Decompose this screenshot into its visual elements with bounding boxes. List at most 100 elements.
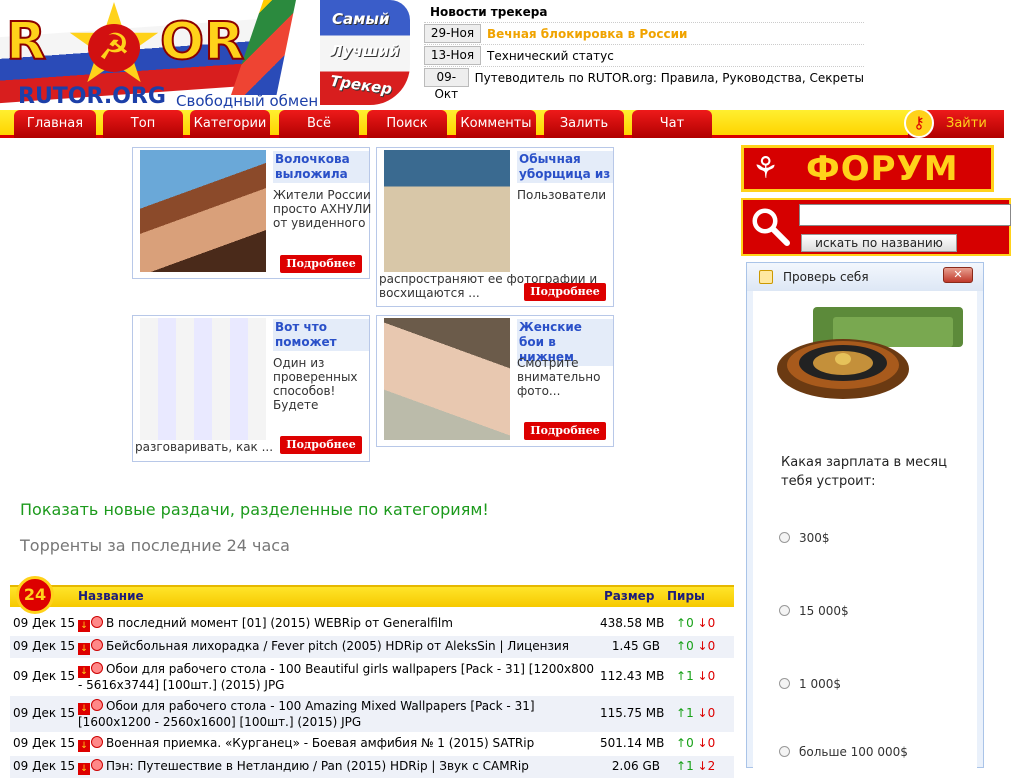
leechers-count: 2 xyxy=(707,759,716,773)
magnet-icon[interactable] xyxy=(91,616,103,628)
torrent-link[interactable]: Бейсбольная лихорадка / Fever pitch (200… xyxy=(106,639,569,653)
leechers-count: 0 xyxy=(707,669,716,683)
magnet-icon[interactable] xyxy=(91,639,103,651)
quiz-option[interactable]: 15 000$ xyxy=(779,604,849,618)
ad-image[interactable] xyxy=(384,150,510,272)
more-button[interactable]: Подробнее xyxy=(524,283,606,301)
quiz-option[interactable]: 1 000$ xyxy=(779,677,841,691)
search-box: искать по названию xyxy=(741,198,1011,256)
close-button[interactable]: ✕ xyxy=(943,267,973,283)
ad-title[interactable]: Волочкова выложила xyxy=(273,151,369,183)
quiz-widget: Проверь себя ✕ Какая зарплата в месяц те… xyxy=(746,262,984,769)
row-size: 438.58 MB xyxy=(600,616,665,630)
more-button[interactable]: Подробнее xyxy=(280,255,362,273)
torrent-link[interactable]: Обои для рабочего стола - 100 Amazing Mi… xyxy=(78,699,535,729)
news-link[interactable]: Технический статус xyxy=(487,49,614,63)
magnet-icon[interactable] xyxy=(91,662,103,674)
download-icon[interactable]: ↓ xyxy=(78,740,90,752)
download-icon[interactable]: ↓ xyxy=(78,703,90,715)
row-size: 115.75 MB xyxy=(600,706,665,720)
roulette-image[interactable] xyxy=(773,307,973,407)
ad-title[interactable]: Обычная уборщица из xyxy=(517,151,613,183)
option-label: больше 100 000$ xyxy=(799,745,908,759)
ad-block[interactable]: Вот что поможет Один из проверенных спос… xyxy=(132,315,370,462)
radio-icon[interactable] xyxy=(779,605,790,616)
torrent-link[interactable]: Военная приемка. «Курганец» - Боевая амф… xyxy=(106,736,534,750)
tab-all[interactable]: Всё xyxy=(279,110,359,138)
row-size: 501.14 MB xyxy=(600,736,665,750)
news-date: 29-Ноя xyxy=(424,24,481,43)
forum-banner[interactable]: ⚘ ФОРУМ xyxy=(741,145,994,192)
seeders-count: 0 xyxy=(686,639,694,653)
table-row: 09 Дек 15 ↓ Бейсбольная лихорадка / Fever… xyxy=(10,636,734,659)
site-logo[interactable]: R ☭ OR Самый Лучший Трекер RUTOR.ORG Сво… xyxy=(0,0,415,112)
download-icon[interactable]: ↓ xyxy=(78,643,90,655)
section-subtitle: Торренты за последние 24 часа xyxy=(20,536,290,555)
tab-chat[interactable]: Чат xyxy=(632,110,712,138)
magnet-icon[interactable] xyxy=(91,759,103,771)
search-by-title-button[interactable]: искать по названию xyxy=(801,234,957,252)
download-icon[interactable]: ↓ xyxy=(78,763,90,775)
hammer-sickle-icon: ☭ xyxy=(88,24,140,72)
ad-block[interactable]: Обычная уборщица из Пользователи распрос… xyxy=(376,147,614,307)
news-item: 09-Окт Путеводитель по RUTOR.org: Правил… xyxy=(424,66,864,101)
table-row: 09 Дек 15 ↓ В последний момент [01] (2015… xyxy=(10,613,734,636)
leechers-count: 0 xyxy=(707,616,716,630)
tab-top[interactable]: Топ xyxy=(103,110,183,138)
seeders-icon: ↑ xyxy=(676,616,687,630)
tab-search[interactable]: Поиск xyxy=(367,110,447,138)
radio-icon[interactable] xyxy=(779,532,790,543)
news-link[interactable]: Путеводитель по RUTOR.org: Правила, Руко… xyxy=(475,71,864,85)
ad-image[interactable] xyxy=(140,150,266,272)
seeders-count: 1 xyxy=(686,759,694,773)
ad-image[interactable] xyxy=(140,318,266,440)
ad-block[interactable]: Волочкова выложила Жители России просто … xyxy=(132,147,372,279)
logo-word-1: Самый xyxy=(332,10,390,28)
quiz-question: Какая зарплата в месяц тебя устроит: xyxy=(781,455,947,489)
magnet-icon[interactable] xyxy=(91,736,103,748)
col-name: Название xyxy=(78,589,144,603)
radio-icon[interactable] xyxy=(779,746,790,757)
widget-title: Проверь себя xyxy=(783,270,869,284)
torrent-link[interactable]: Обои для рабочего стола - 100 Beautiful … xyxy=(78,662,594,692)
torrent-link[interactable]: Пэн: Путешествие в Нетландию / Pan (2015… xyxy=(106,759,529,773)
seeders-icon: ↑ xyxy=(676,759,687,773)
torrent-link[interactable]: В последний момент [01] (2015) WEBRip от… xyxy=(106,616,453,630)
ad-image[interactable] xyxy=(384,318,510,440)
news-link[interactable]: Вечная блокировка в России xyxy=(487,27,687,41)
main-nav: Главная Топ Категории Всё Поиск Комменты… xyxy=(0,108,1004,138)
ad-title[interactable]: Вот что поможет xyxy=(273,319,369,351)
tab-upload[interactable]: Залить xyxy=(544,110,624,138)
tab-comments[interactable]: Комменты xyxy=(456,110,536,138)
show-new-by-category-link[interactable]: Показать новые раздачи, разделенные по к… xyxy=(20,500,489,519)
magnet-icon[interactable] xyxy=(91,699,103,711)
news-item: 29-Ноя Вечная блокировка в России xyxy=(424,22,864,44)
row-size: 112.43 MB xyxy=(600,669,665,683)
row-date: 09 Дек 15 xyxy=(13,736,76,750)
people-icon: ⚘ xyxy=(752,151,779,186)
header: R ☭ OR Самый Лучший Трекер RUTOR.ORG Сво… xyxy=(0,0,1024,112)
quiz-option[interactable]: 300$ xyxy=(779,531,830,545)
logo-tagline: Свободный обмен xyxy=(176,92,319,110)
seeders-icon: ↑ xyxy=(676,736,687,750)
widget-body: Какая зарплата в месяц тебя устроит: 300… xyxy=(753,291,977,769)
tab-categories[interactable]: Категории xyxy=(190,110,270,138)
leechers-count: 0 xyxy=(707,706,716,720)
24h-badge: 24 xyxy=(16,576,54,614)
table-header: 24 Название Размер Пиры xyxy=(10,576,734,614)
download-icon[interactable]: ↓ xyxy=(78,666,90,678)
leechers-icon: ↓ xyxy=(697,759,708,773)
quiz-option[interactable]: больше 100 000$ xyxy=(779,745,908,759)
radio-icon[interactable] xyxy=(779,678,790,689)
more-button[interactable]: Подробнее xyxy=(524,422,606,440)
ad-text: Жители России просто АХНУЛИ от увиденног… xyxy=(273,188,372,230)
more-button[interactable]: Подробнее xyxy=(280,436,362,454)
news-panel: Новости трекера 29-Ноя Вечная блокировка… xyxy=(424,2,864,101)
download-icon[interactable]: ↓ xyxy=(78,620,90,632)
login-button[interactable]: ⚷ Зайти xyxy=(904,108,1004,138)
ad-block[interactable]: Женские бои в нижнем Смотрите внимательн… xyxy=(376,315,614,447)
login-label: Зайти xyxy=(946,116,987,131)
news-date: 09-Окт xyxy=(424,68,469,101)
search-input[interactable] xyxy=(799,204,1011,226)
tab-home[interactable]: Главная xyxy=(14,110,96,138)
